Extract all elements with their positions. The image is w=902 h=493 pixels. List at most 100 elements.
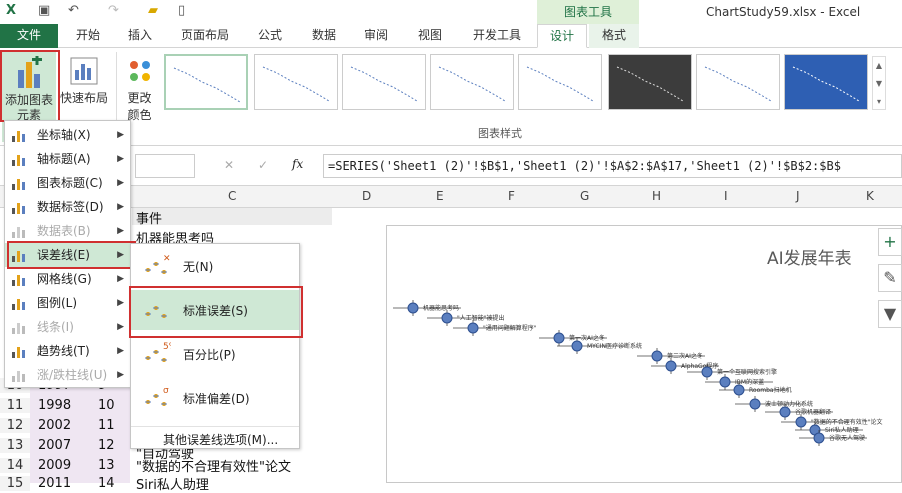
chart-style-2[interactable] — [254, 54, 338, 110]
change-colors-button[interactable]: 更改 颜色 — [116, 52, 162, 122]
change-colors-label-1: 更改 — [127, 91, 152, 105]
submenu-item[interactable]: σ 标准偏差(D) — [131, 378, 299, 418]
submenu-item[interactable]: ✕ 无(N) — [131, 246, 299, 286]
chart-style-6[interactable] — [608, 54, 692, 110]
chart-style-1[interactable] — [164, 54, 248, 110]
column-header[interactable]: H — [652, 189, 661, 203]
chart-elements-plus-icon[interactable]: + — [878, 228, 902, 256]
percentage-icon: 5% — [145, 342, 171, 362]
tab-formulas[interactable]: 公式 — [250, 24, 290, 48]
cell-index[interactable]: 13 — [98, 458, 115, 473]
open-folder-icon[interactable]: ▰ — [148, 3, 158, 18]
data-label: 第一次AI之冬 — [569, 334, 605, 342]
menu-item[interactable]: 图例(L) ▶ — [5, 291, 130, 315]
data-label: 谷歌无人驾驶 — [829, 434, 865, 442]
column-header[interactable]: F — [508, 189, 515, 203]
tab-insert[interactable]: 插入 — [120, 24, 160, 48]
style-preview-icon — [616, 66, 684, 102]
name-box[interactable] — [135, 154, 195, 178]
tab-file[interactable]: 文件 — [0, 24, 58, 48]
menu-item[interactable]: 趋势线(T) ▶ — [5, 339, 130, 363]
chart-styles-brush-icon[interactable]: ✎ — [878, 264, 902, 292]
submenu-arrow-icon: ▶ — [117, 274, 124, 284]
data-point[interactable]: 机器能思考吗 — [393, 300, 461, 316]
chart-tools-context-group: 图表工具 — [537, 0, 639, 24]
chart-area[interactable]: AI发展年表 机器能思考吗 "人工智能"被提出 "通用问题解算程序" 第一次AI之冬 M… — [386, 225, 902, 483]
chart-style-4[interactable] — [430, 54, 514, 110]
tab-home[interactable]: 开始 — [68, 24, 108, 48]
cancel-icon[interactable]: ✕ — [224, 158, 234, 172]
menu-item[interactable]: 网格线(G) ▶ — [5, 267, 130, 291]
style-preview-icon — [792, 66, 860, 102]
menu-item[interactable]: 坐标轴(X) ▶ — [5, 123, 130, 147]
style-preview-icon — [262, 66, 330, 102]
submenu-arrow-icon: ▶ — [117, 202, 124, 212]
submenu-badge: ✕ — [163, 254, 171, 264]
cell-c1[interactable]: 事件 — [136, 208, 162, 227]
column-header[interactable]: G — [580, 189, 589, 203]
enter-icon[interactable]: ✓ — [258, 158, 268, 172]
chart-filter-icon[interactable]: ▼ — [878, 300, 902, 328]
column-header[interactable]: I — [724, 189, 728, 203]
tab-review[interactable]: 审阅 — [356, 24, 396, 48]
save-icon[interactable]: ▣ — [38, 3, 50, 18]
menu-item: 线条(I) ▶ — [5, 315, 130, 339]
redo-icon[interactable]: ↷ — [108, 3, 119, 18]
row-number[interactable]: 14 — [0, 458, 30, 473]
cell-c15[interactable]: Siri私人助理 — [136, 474, 209, 493]
tab-format[interactable]: 格式 — [589, 24, 639, 48]
submenu-item-label: 百分比(P) — [183, 348, 236, 362]
data-point[interactable]: "人工智能"被提出 — [427, 310, 505, 326]
row-number[interactable]: 15 — [0, 476, 30, 491]
gallery-scroll[interactable]: ▲ ▼ ▾ — [872, 56, 886, 110]
data-label: MYCIN医疗诊断系统 — [587, 342, 642, 350]
chart-style-8[interactable] — [784, 54, 868, 110]
tab-view[interactable]: 视图 — [410, 24, 450, 48]
cell-year[interactable]: 2011 — [38, 476, 71, 491]
menu-item[interactable]: 数据标签(D) ▶ — [5, 195, 130, 219]
new-file-icon[interactable]: ▯ — [178, 3, 185, 18]
chart-style-3[interactable] — [342, 54, 426, 110]
column-header[interactable]: C — [228, 189, 236, 203]
column-header[interactable]: K — [866, 189, 874, 203]
column-header[interactable]: J — [796, 189, 800, 203]
tab-design[interactable]: 设计 — [537, 24, 587, 48]
quick-layout-button[interactable]: 快速布局 — [60, 52, 108, 112]
cell-index[interactable]: 11 — [98, 418, 115, 433]
cell-year[interactable]: 2009 — [38, 458, 71, 473]
column-header[interactable]: D — [362, 189, 371, 203]
submenu-item[interactable]: 5% 百分比(P) — [131, 334, 299, 374]
row-number[interactable]: 13 — [0, 438, 30, 453]
cell-year[interactable]: 2002 — [38, 418, 71, 433]
data-point[interactable]: "通用问题解算程序" — [453, 320, 537, 336]
tab-data[interactable]: 数据 — [304, 24, 344, 48]
row-number[interactable]: 11 — [0, 398, 30, 413]
row-number[interactable]: 12 — [0, 418, 30, 433]
cell-index[interactable]: 12 — [98, 438, 115, 453]
column-header[interactable]: E — [436, 189, 444, 203]
tab-developer[interactable]: 开发工具 — [464, 24, 530, 48]
submenu-arrow-icon: ▶ — [117, 178, 124, 188]
cell-year[interactable]: 2007 — [38, 438, 71, 453]
tab-page-layout[interactable]: 页面布局 — [172, 24, 238, 48]
cell-index[interactable]: 14 — [98, 476, 115, 491]
formula-input[interactable]: =SERIES('Sheet1 (2)'!$B$1,'Sheet1 (2)'!$… — [323, 154, 902, 178]
chart-style-7[interactable] — [696, 54, 780, 110]
cell-index[interactable]: 10 — [98, 398, 115, 413]
more-error-bar-options[interactable]: 其他误差线选项(M)... — [131, 426, 299, 448]
more-options-label: 其他误差线选项(M)... — [163, 433, 279, 447]
menu-item[interactable]: 轴标题(A) ▶ — [5, 147, 130, 171]
undo-icon[interactable]: ↶ — [68, 3, 79, 18]
chart-styles-group-label: 图表样式 — [478, 127, 522, 140]
cell-c14[interactable]: "数据的不合理有效性"论文 — [136, 456, 291, 475]
submenu-item-label: 标准偏差(D) — [183, 392, 250, 406]
data-label: Siri私人助理 — [825, 426, 859, 434]
chart-style-5[interactable] — [518, 54, 602, 110]
cell-year[interactable]: 1998 — [38, 398, 71, 413]
style-preview-icon — [438, 66, 506, 102]
formula-bar: ✕ ✓ fx =SERIES('Sheet1 (2)'!$B$1,'Sheet1… — [0, 146, 902, 186]
standard-deviation-icon: σ — [145, 386, 169, 406]
plot-area[interactable]: 机器能思考吗 "人工智能"被提出 "通用问题解算程序" 第一次AI之冬MYCIN医疗诊… — [387, 226, 899, 480]
fx-icon[interactable]: fx — [292, 157, 303, 171]
menu-item[interactable]: 图表标题(C) ▶ — [5, 171, 130, 195]
